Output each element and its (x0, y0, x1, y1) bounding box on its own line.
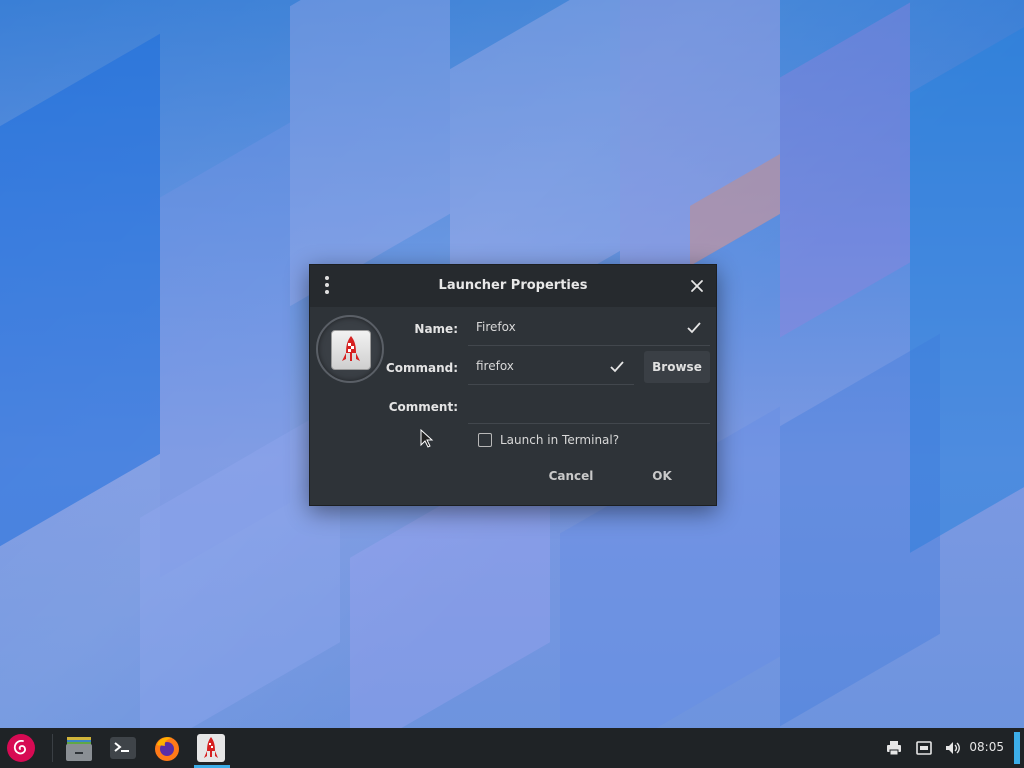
name-label: Name: (414, 322, 458, 336)
check-icon (610, 361, 624, 373)
comment-label: Comment: (388, 400, 458, 414)
mouse-pointer-icon (420, 429, 434, 448)
close-icon[interactable] (688, 277, 706, 295)
comment-input[interactable] (474, 397, 658, 413)
launcher-icon-button[interactable] (316, 315, 384, 383)
volume-icon[interactable] (944, 739, 962, 757)
comment-field[interactable] (468, 389, 710, 424)
name-field[interactable] (468, 311, 710, 346)
firefox-icon[interactable] (152, 733, 182, 763)
launch-in-terminal-option[interactable]: Launch in Terminal? (478, 431, 619, 449)
launch-in-terminal-checkbox[interactable] (478, 433, 492, 447)
ok-button[interactable]: OK (640, 463, 684, 489)
dialog-titlebar[interactable]: Launcher Properties (310, 265, 716, 307)
taskbar-separator (52, 734, 53, 762)
file-manager-icon[interactable] (64, 733, 94, 763)
command-label: Command: (385, 361, 458, 375)
command-field[interactable] (468, 350, 634, 385)
command-input[interactable] (474, 358, 598, 374)
launch-in-terminal-label: Launch in Terminal? (500, 433, 620, 447)
printer-icon[interactable] (885, 739, 903, 757)
dialog-title: Launcher Properties (438, 278, 588, 293)
cancel-button[interactable]: Cancel (542, 463, 600, 489)
browse-button[interactable]: Browse (644, 351, 710, 383)
show-desktop-button[interactable] (1014, 732, 1020, 764)
launcher-properties-dialog: Launcher Properties Name: Command: Brows (309, 264, 717, 506)
check-icon (687, 322, 701, 334)
rocket-icon (331, 330, 371, 370)
debian-swirl-icon[interactable] (6, 733, 36, 763)
name-input[interactable] (474, 319, 658, 335)
network-icon[interactable] (915, 739, 933, 757)
rocket-launcher-icon[interactable] (196, 733, 226, 763)
clock[interactable]: 08:05 (969, 740, 1004, 754)
terminal-icon[interactable] (108, 733, 138, 763)
taskbar: 08:05 (0, 728, 1024, 768)
